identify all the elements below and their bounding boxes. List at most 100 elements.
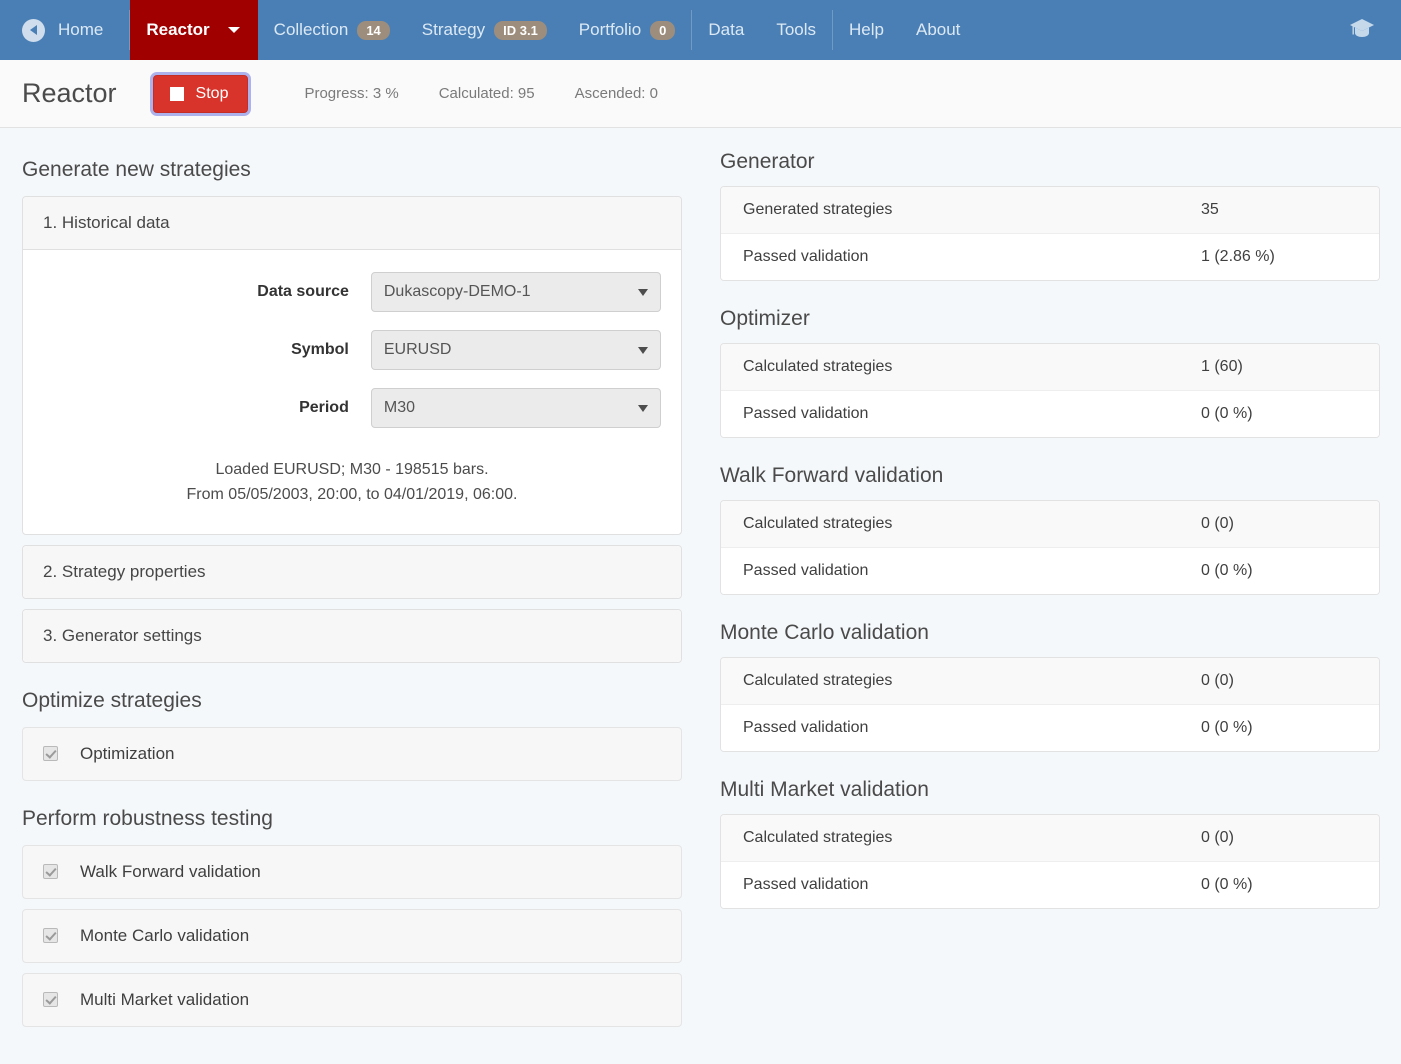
walk-forward-title: Walk Forward validation — [720, 464, 944, 487]
nav-strategy-label: Strategy — [421, 20, 486, 39]
walk-forward-label: Walk Forward validation — [80, 861, 261, 881]
calculated-status: Calculated: 95 — [438, 85, 535, 102]
table-row: Calculated strategies 0 (0) — [721, 501, 1379, 548]
multi-market-title: Multi Market validation — [720, 778, 929, 801]
progress-status: Progress: 3 % — [304, 85, 399, 102]
row-value: 0 (0 %) — [1201, 876, 1253, 893]
checkbox-row-walk-forward[interactable]: Walk Forward validation — [22, 844, 682, 899]
main-content: Generate new strategies 1. Historical da… — [0, 128, 1401, 1037]
graduation-cap-icon[interactable] — [1349, 17, 1375, 44]
chevron-down-icon — [227, 27, 240, 33]
monte-carlo-checkbox[interactable] — [43, 928, 58, 944]
symbol-value: EURUSD — [383, 341, 452, 358]
data-source-label: Data source — [257, 283, 349, 300]
optimization-checkbox[interactable] — [43, 746, 58, 762]
row-value: 1 (60) — [1201, 358, 1243, 375]
chevron-down-icon — [638, 404, 648, 412]
row-key: Passed validation — [743, 876, 869, 893]
nav-item-about[interactable]: About — [900, 0, 976, 60]
panel-historical-data-body: Data source Dukascopy-DEMO-1 Symbol EURU… — [23, 250, 681, 534]
data-source-select[interactable]: Dukascopy-DEMO-1 — [370, 272, 661, 312]
loaded-data-info: Loaded EURUSD; M30 - 198515 bars. From 0… — [43, 458, 661, 508]
nav-item-help[interactable]: Help — [833, 0, 900, 60]
optimizer-title: Optimizer — [720, 307, 810, 330]
nav-item-strategy[interactable]: Strategy ID 3.1 — [406, 0, 563, 60]
row-key: Passed validation — [743, 405, 869, 422]
form-row-symbol: Symbol EURUSD — [43, 330, 661, 370]
panel-generator-settings-header[interactable]: 3. Generator settings — [23, 609, 681, 662]
table-row: Passed validation 0 (0 %) — [721, 705, 1379, 751]
row-value: 0 (0) — [1201, 672, 1234, 689]
nav-collection-label: Collection — [273, 20, 349, 39]
stop-square-icon — [169, 86, 184, 101]
data-source-value: Dukascopy-DEMO-1 — [383, 283, 531, 300]
checkbox-row-optimization[interactable]: Optimization — [22, 726, 682, 781]
table-row: Calculated strategies 0 (0) — [721, 815, 1379, 862]
checkbox-row-monte-carlo[interactable]: Monte Carlo validation — [22, 908, 682, 963]
nav-portfolio-label: Portfolio — [578, 20, 642, 39]
nav-item-collection[interactable]: Collection 14 — [258, 0, 406, 60]
panel-historical-data: 1. Historical data Data source Dukascopy… — [22, 196, 682, 535]
stat-block-generator: Generator Generated strategies 35 Passed… — [720, 150, 1380, 281]
navbar-right-group — [1349, 0, 1401, 60]
table-row: Calculated strategies 0 (0) — [721, 658, 1379, 705]
page-title: Reactor — [22, 78, 117, 108]
stat-block-multi-market: Multi Market validation Calculated strat… — [720, 778, 1380, 909]
generate-strategies-title: Generate new strategies — [22, 158, 251, 181]
nav-item-portfolio[interactable]: Portfolio 0 — [563, 0, 692, 60]
robustness-testing-title: Perform robustness testing — [22, 806, 273, 830]
row-key: Calculated strategies — [743, 515, 893, 532]
table-row: Generated strategies 35 — [721, 187, 1379, 234]
nav-portfolio-badge: 0 — [650, 20, 676, 40]
row-value: 0 (0 %) — [1201, 719, 1253, 736]
nav-item-home[interactable]: Home — [0, 0, 129, 60]
page-toolbar: Reactor Stop Progress: 3 % Calculated: 9… — [0, 60, 1401, 128]
walk-forward-checkbox[interactable] — [43, 864, 58, 880]
nav-home-label: Home — [58, 20, 104, 39]
nav-reactor-dropdown[interactable] — [219, 0, 258, 60]
stat-block-optimizer: Optimizer Calculated strategies 1 (60) P… — [720, 307, 1380, 438]
form-row-period: Period M30 — [43, 388, 661, 428]
table-row: Passed validation 0 (0 %) — [721, 862, 1379, 908]
optimize-strategies-title: Optimize strategies — [22, 688, 202, 712]
stop-button[interactable]: Stop — [152, 74, 249, 113]
row-value: 1 (2.86 %) — [1201, 248, 1275, 265]
chevron-down-icon — [638, 346, 648, 354]
row-value: 0 (0) — [1201, 515, 1234, 532]
row-value: 0 (0) — [1201, 829, 1234, 846]
monte-carlo-label: Monte Carlo validation — [80, 925, 250, 945]
stat-block-walk-forward: Walk Forward validation Calculated strat… — [720, 464, 1380, 595]
nav-item-tools[interactable]: Tools — [760, 0, 832, 60]
right-column: Generator Generated strategies 35 Passed… — [720, 150, 1380, 1037]
left-column: Generate new strategies 1. Historical da… — [22, 150, 682, 1037]
nav-strategy-badge: ID 3.1 — [494, 20, 547, 40]
panel-strategy-properties-header[interactable]: 2. Strategy properties — [23, 545, 681, 598]
optimization-label: Optimization — [80, 743, 175, 763]
period-select[interactable]: M30 — [370, 388, 661, 428]
panel-strategy-properties: 2. Strategy properties — [22, 544, 682, 599]
walk-forward-table: Calculated strategies 0 (0) Passed valid… — [720, 500, 1380, 595]
panel-historical-data-header[interactable]: 1. Historical data — [23, 197, 681, 250]
row-value: 0 (0 %) — [1201, 562, 1253, 579]
row-key: Passed validation — [743, 719, 869, 736]
symbol-select[interactable]: EURUSD — [370, 330, 661, 370]
row-value: 35 — [1201, 201, 1219, 218]
row-key: Calculated strategies — [743, 358, 893, 375]
period-value: M30 — [383, 399, 415, 416]
row-key: Generated strategies — [743, 201, 893, 218]
row-key: Passed validation — [743, 248, 869, 265]
nav-collection-badge: 14 — [357, 20, 390, 40]
row-value: 0 (0 %) — [1201, 405, 1253, 422]
stop-button-label: Stop — [195, 84, 229, 102]
nav-reactor-label: Reactor — [146, 20, 210, 39]
main-navbar: Home Reactor Collection 14 Strategy ID 3… — [0, 0, 1401, 60]
panel-generator-settings: 3. Generator settings — [22, 608, 682, 663]
table-row: Calculated strategies 1 (60) — [721, 344, 1379, 391]
monte-carlo-table: Calculated strategies 0 (0) Passed valid… — [720, 657, 1380, 752]
checkbox-row-multi-market[interactable]: Multi Market validation — [22, 972, 682, 1027]
nav-item-reactor[interactable]: Reactor — [130, 0, 220, 60]
multi-market-checkbox[interactable] — [43, 992, 58, 1008]
nav-item-data[interactable]: Data — [692, 0, 760, 60]
stat-block-monte-carlo: Monte Carlo validation Calculated strate… — [720, 621, 1380, 752]
ascended-status: Ascended: 0 — [574, 85, 658, 102]
